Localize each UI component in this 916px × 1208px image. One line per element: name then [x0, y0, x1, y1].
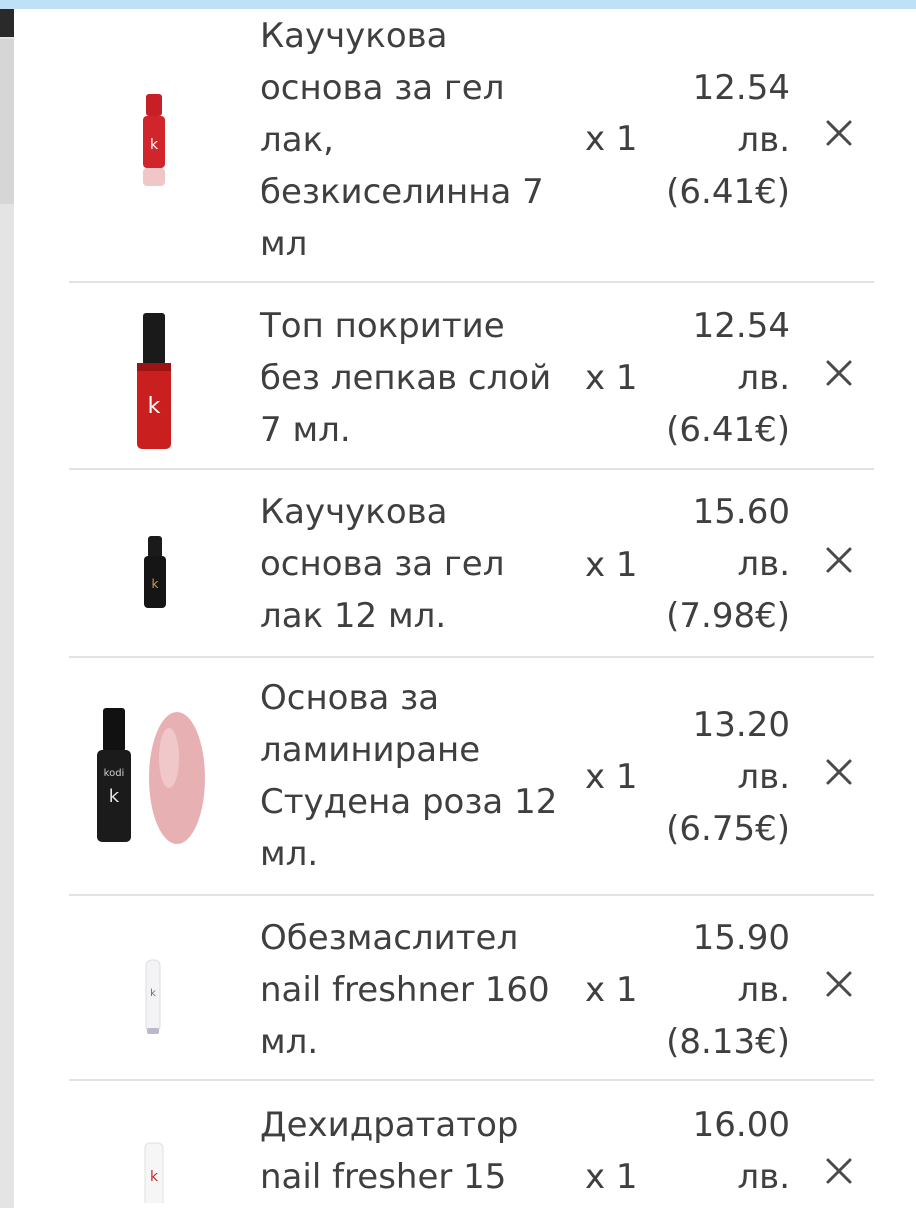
- svg-text:k: k: [150, 137, 159, 153]
- close-icon: [826, 971, 852, 997]
- product-name[interactable]: Каучукова основа за гел лак 12 мл.: [260, 486, 560, 642]
- price-currency: лв.: [737, 1157, 790, 1197]
- price-bgn: 13.20: [692, 705, 790, 745]
- product-price: 12.54 лв. (6.41€): [649, 300, 790, 456]
- remove-item-button[interactable]: [821, 115, 857, 151]
- price-bgn: 16.00: [692, 1105, 790, 1145]
- product-image[interactable]: k: [99, 492, 209, 642]
- svg-text:k: k: [109, 786, 120, 807]
- black-base-bottle-icon: k: [144, 536, 166, 608]
- white-small-bottle-icon: k: [144, 1142, 164, 1208]
- red-nail-polish-bottle-icon: k: [143, 94, 165, 186]
- price-bgn: 12.54: [692, 306, 790, 346]
- product-price: 15.60 лв. (7.98€): [649, 486, 790, 642]
- remove-item-button[interactable]: [821, 542, 857, 578]
- black-bottle-with-pink-swatch-icon: kodi k: [97, 708, 205, 844]
- price-bgn: 15.60: [692, 492, 790, 532]
- product-name[interactable]: Дехидрататор nail fresher 15: [260, 1099, 560, 1203]
- price-eur: (6.41€): [666, 172, 790, 212]
- remove-item-button[interactable]: [821, 1153, 857, 1189]
- svg-text:kodi: kodi: [104, 768, 125, 779]
- price-currency: лв.: [737, 358, 790, 398]
- product-name[interactable]: Обезмаслител nail freshner 160 мл.: [260, 912, 560, 1068]
- price-currency: лв.: [737, 544, 790, 584]
- product-price: 16.00 лв.: [649, 1099, 790, 1203]
- cart-item: k Дехидрататор nail fresher 15 x 1 16.00…: [69, 1081, 874, 1208]
- svg-text:k: k: [152, 577, 159, 591]
- svg-text:k: k: [148, 394, 161, 419]
- svg-text:k: k: [150, 1169, 159, 1185]
- price-eur: (6.75€): [666, 809, 790, 849]
- price-currency: лв.: [737, 120, 790, 160]
- product-name[interactable]: Основа за ламиниране Студена роза 12 мл.: [260, 672, 560, 880]
- close-icon: [826, 360, 852, 386]
- product-quantity: x 1: [585, 119, 638, 159]
- close-icon: [826, 759, 852, 785]
- price-bgn: 12.54: [692, 68, 790, 108]
- red-top-coat-bottle-icon: k: [137, 313, 171, 449]
- svg-text:k: k: [150, 988, 156, 999]
- close-icon: [826, 1158, 852, 1184]
- top-status-bar: [0, 0, 916, 9]
- close-icon: [826, 547, 852, 573]
- cart-item: k Топ покритие без лепкав слой 7 мл. x 1…: [69, 283, 874, 470]
- product-image[interactable]: k: [99, 64, 209, 214]
- product-quantity: x 1: [585, 358, 638, 398]
- cart-item: k Каучукова основа за гел лак, безкисели…: [69, 9, 874, 283]
- product-image[interactable]: k: [99, 1103, 209, 1208]
- cart-item: k Каучукова основа за гел лак 12 мл. x 1…: [69, 470, 874, 658]
- cart-panel: k Каучукова основа за гел лак, безкисели…: [14, 9, 916, 1208]
- product-quantity: x 1: [585, 757, 638, 797]
- remove-item-button[interactable]: [821, 966, 857, 1002]
- price-currency: лв.: [737, 757, 790, 797]
- price-eur: (6.41€): [666, 410, 790, 450]
- price-bgn: 15.90: [692, 918, 790, 958]
- remove-item-button[interactable]: [821, 754, 857, 790]
- price-eur: (7.98€): [666, 596, 790, 636]
- cart-item: kodi k Основа за ламиниране Студена роза…: [69, 658, 874, 896]
- close-icon: [826, 120, 852, 146]
- price-currency: лв.: [737, 970, 790, 1010]
- product-image[interactable]: k: [99, 305, 209, 455]
- product-image[interactable]: kodi k: [89, 698, 219, 858]
- product-price: 12.54 лв. (6.41€): [649, 62, 790, 218]
- product-quantity: x 1: [585, 970, 638, 1010]
- white-spray-bottle-icon: k: [145, 959, 161, 1034]
- background-page-edge: [0, 9, 14, 1208]
- product-name[interactable]: Топ покритие без лепкав слой 7 мл.: [260, 300, 560, 456]
- product-name[interactable]: Каучукова основа за гел лак, безкиселинн…: [260, 10, 560, 270]
- product-image[interactable]: k: [99, 916, 209, 1066]
- product-price: 13.20 лв. (6.75€): [649, 699, 790, 855]
- product-quantity: x 1: [585, 545, 638, 585]
- remove-item-button[interactable]: [821, 355, 857, 391]
- price-eur: (8.13€): [666, 1022, 790, 1062]
- cart-item: k Обезмаслител nail freshner 160 мл. x 1…: [69, 896, 874, 1081]
- product-quantity: x 1: [585, 1157, 638, 1197]
- product-price: 15.90 лв. (8.13€): [649, 912, 790, 1068]
